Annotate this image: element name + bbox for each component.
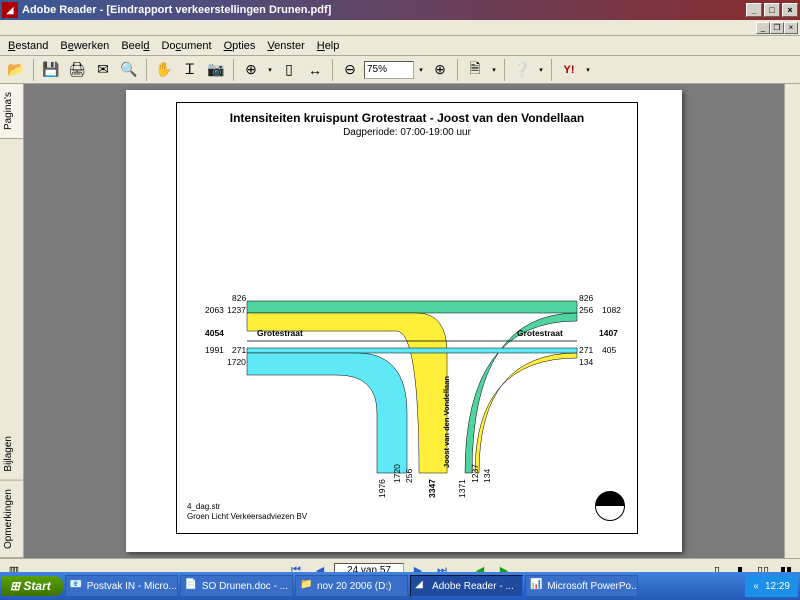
sidebar-tab-paginas[interactable]: Pagina's — [0, 84, 23, 139]
lbl-e-bottotal: 405 — [602, 345, 616, 355]
window-title: Adobe Reader - [Eindrapport verkeerstell… — [22, 4, 746, 16]
lbl-s-rpa: 1237 — [470, 464, 480, 483]
pdf-page: Intensiteiten kruispunt Grotestraat - Jo… — [126, 90, 682, 552]
lbl-w-bold: 4054 — [205, 328, 224, 338]
fit-width-button[interactable]: ↔ — [303, 58, 327, 82]
start-button[interactable]: ⊞ Start — [2, 576, 63, 596]
chart-title: Intensiteiten kruispunt Grotestraat - Jo… — [177, 111, 637, 125]
lbl-s-bold: 3347 — [427, 479, 437, 498]
windows-logo-icon: ⊞ — [10, 579, 20, 593]
snapshot-tool-button[interactable]: 📷 — [204, 58, 228, 82]
zoom-out-button[interactable]: ⊖ — [338, 58, 362, 82]
mdi-controls: _ ❐ × — [0, 20, 800, 36]
yahoo-button[interactable]: Y! — [557, 58, 581, 82]
lbl-e-midtotal: 1082 — [602, 305, 621, 315]
help-dd[interactable]: ▾ — [536, 58, 546, 82]
lbl-w-total-in: 2063 — [205, 305, 224, 315]
chart-frame: Intensiteiten kruispunt Grotestraat - Jo… — [176, 102, 638, 534]
mdi-minimize-button[interactable]: _ — [756, 22, 770, 34]
menu-bar: BBestandestand Bewerken Beeld Document O… — [0, 36, 800, 56]
menu-bewerken[interactable]: Bewerken — [60, 40, 109, 52]
menu-help[interactable]: Help — [317, 40, 340, 52]
open-button[interactable]: 📂 — [4, 58, 28, 82]
menu-document[interactable]: Document — [161, 40, 211, 52]
hand-tool-button[interactable]: ✋ — [152, 58, 176, 82]
lbl-street-south: Joost van den Vondellaan — [442, 376, 451, 468]
chart-body: 826 2063 1237 4054 Grotestraat 1991 271 … — [177, 153, 637, 533]
search-button[interactable]: 🔍 — [117, 58, 141, 82]
lbl-s-rightin: 1371 — [457, 479, 467, 498]
taskbar-item-word[interactable]: 📄SO Drunen.doc - ... — [180, 575, 293, 597]
taskbar-item-adobe[interactable]: ◢Adobe Reader - ... — [410, 575, 523, 597]
mdi-restore-button[interactable]: ❐ — [770, 22, 784, 34]
zoom-rect-button[interactable]: ⊕ — [239, 58, 263, 82]
menu-beeld[interactable]: Beeld — [121, 40, 149, 52]
lbl-w-botout: 271 — [232, 345, 246, 355]
footer-org: Groen Licht Verkeersadviezen BV — [187, 512, 307, 521]
menu-bestand[interactable]: BBestandestand — [8, 40, 48, 52]
lbl-street-west: Grotestraat — [257, 328, 303, 338]
fit-page-button[interactable]: ▯ — [277, 58, 301, 82]
sidebar-tab-opmerkingen[interactable]: Opmerkingen — [0, 481, 23, 558]
powerpoint-icon: 📊 — [530, 579, 544, 593]
lbl-street-east: Grotestraat — [517, 328, 563, 338]
lbl-w-topin: 826 — [232, 293, 246, 303]
taskbar-item-powerpoint[interactable]: 📊Microsoft PowerPo... — [525, 575, 638, 597]
tray-expand-icon[interactable]: « — [753, 581, 759, 592]
maximize-button[interactable]: □ — [764, 3, 780, 17]
window-titlebar: ◢ Adobe Reader - [Eindrapport verkeerste… — [0, 0, 800, 20]
save-copy-button[interactable]: 💾 — [39, 58, 63, 82]
lbl-w-botfar: 1720 — [227, 357, 246, 367]
zoom-rect-dd[interactable]: ▾ — [265, 58, 275, 82]
lbl-w-midin: 1237 — [227, 305, 246, 315]
rotate-dd[interactable]: ▾ — [489, 58, 499, 82]
footer-file: 4_dag.str — [187, 502, 220, 511]
lbl-e-botout: 271 — [579, 345, 593, 355]
toolbar: 📂 💾 🖨 ✉ 🔍 ✋ Ꮖ 📷 ⊕ ▾ ▯ ↔ ⊖ ▾ ⊕ 🗎 ▾ ❔ ▾ Y!… — [0, 56, 800, 84]
adobe-reader-icon: ◢ — [2, 2, 18, 18]
lbl-s-rpb: 134 — [482, 469, 492, 483]
menu-opties[interactable]: Opties — [224, 40, 256, 52]
print-button[interactable]: 🖨 — [65, 58, 89, 82]
adobe-icon: ◢ — [415, 579, 429, 593]
document-viewport[interactable]: Intensiteiten kruispunt Grotestraat - Jo… — [24, 84, 784, 558]
lbl-e-bold: 1407 — [599, 328, 618, 338]
sidebar: Pagina's Bijlagen Opmerkingen — [0, 84, 24, 558]
email-button[interactable]: ✉ — [91, 58, 115, 82]
zoom-dd[interactable]: ▾ — [416, 58, 426, 82]
clock: 12:29 — [765, 581, 790, 592]
lbl-s-lpa: 1720 — [392, 464, 402, 483]
vertical-scrollbar[interactable] — [784, 84, 800, 558]
lbl-s-lpb: 256 — [404, 469, 414, 483]
window-controls: _ □ × — [746, 3, 798, 17]
sidebar-tab-bijlagen[interactable]: Bijlagen — [0, 428, 23, 481]
close-button[interactable]: × — [782, 3, 798, 17]
word-icon: 📄 — [185, 579, 199, 593]
windows-taskbar: ⊞ Start 📧Postvak IN - Micro... 📄SO Drune… — [0, 572, 800, 600]
lbl-e-botfar: 134 — [579, 357, 593, 367]
compass-icon — [595, 491, 625, 521]
zoom-input[interactable] — [364, 61, 414, 79]
rotate-button[interactable]: 🗎 — [463, 58, 487, 82]
lbl-w-bot-total: 1991 — [205, 345, 224, 355]
zoom-in-button[interactable]: ⊕ — [428, 58, 452, 82]
mdi-close-button[interactable]: × — [784, 22, 798, 34]
outlook-icon: 📧 — [70, 579, 84, 593]
yahoo-dd[interactable]: ▾ — [583, 58, 593, 82]
select-tool-button[interactable]: Ꮖ — [178, 58, 202, 82]
system-tray[interactable]: « 12:29 — [745, 575, 798, 597]
lbl-e-topout: 826 — [579, 293, 593, 303]
folder-icon: 📁 — [300, 579, 314, 593]
taskbar-item-explorer[interactable]: 📁nov 20 2006 (D:) — [295, 575, 408, 597]
menu-venster[interactable]: Venster — [267, 40, 304, 52]
help-button[interactable]: ❔ — [510, 58, 534, 82]
taskbar-item-outlook[interactable]: 📧Postvak IN - Micro... — [65, 575, 178, 597]
lbl-s-leftout: 1976 — [377, 479, 387, 498]
main-area: Pagina's Bijlagen Opmerkingen Intensitei… — [0, 84, 800, 558]
minimize-button[interactable]: _ — [746, 3, 762, 17]
lbl-e-midout: 256 — [579, 305, 593, 315]
chart-subtitle: Dagperiode: 07:00-19:00 uur — [177, 127, 637, 138]
